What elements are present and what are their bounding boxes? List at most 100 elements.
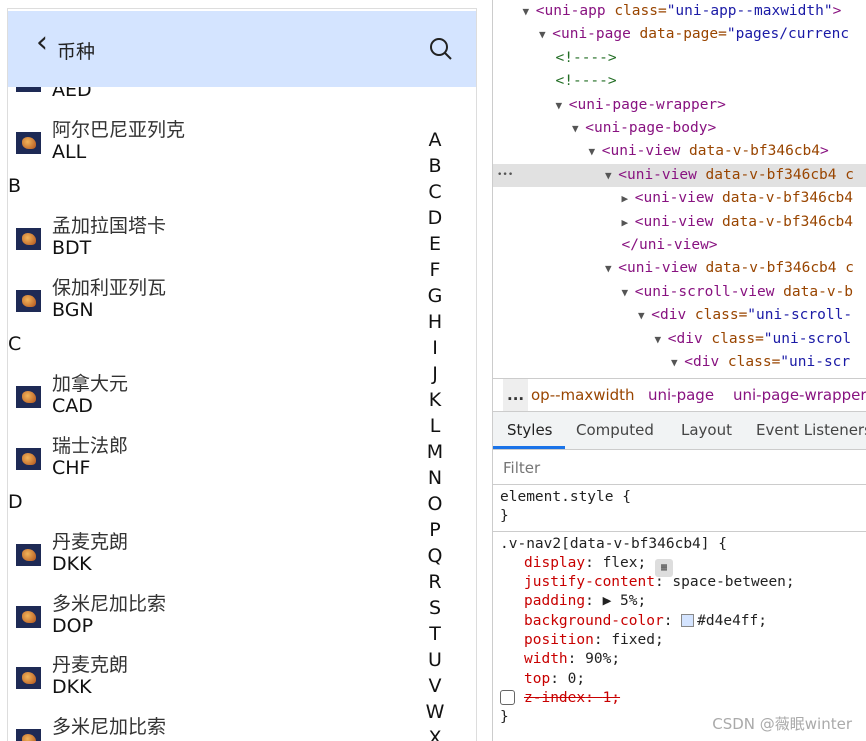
css-property-row[interactable]: width: 90%;: [493, 650, 866, 669]
index-letter-l[interactable]: L: [425, 413, 445, 439]
tab-styles[interactable]: Styles: [507, 421, 553, 439]
index-letter-s[interactable]: S: [425, 595, 445, 621]
more-icon[interactable]: •••: [497, 164, 513, 187]
tab-layout[interactable]: Layout: [681, 421, 732, 439]
index-letter-a[interactable]: A: [425, 127, 445, 153]
index-letter-j[interactable]: J: [425, 361, 445, 387]
dom-node[interactable]: <!---->: [493, 70, 866, 93]
expand-triangle-icon[interactable]: ▼: [605, 262, 618, 275]
comment: <!---->: [555, 73, 617, 90]
index-letter-h[interactable]: H: [425, 309, 445, 335]
expand-triangle-icon[interactable]: ▼: [655, 333, 668, 346]
css-property-row[interactable]: top: 0;: [493, 670, 866, 689]
expand-triangle-icon[interactable]: ▼: [622, 286, 635, 299]
breadcrumb-item[interactable]: uni-page: [648, 379, 714, 411]
tag-end: >: [832, 3, 842, 19]
currency-list-item[interactable]: 多米尼加比索DOP: [16, 712, 436, 741]
currency-list-item[interactable]: 阿尔巴尼亚列克 ALL: [16, 115, 436, 171]
currency-flag-icon: [16, 544, 41, 566]
dom-node[interactable]: ▼ <uni-page-wrapper>: [493, 94, 866, 117]
currency-list-item[interactable]: 加拿大元 CAD: [16, 369, 436, 425]
index-letter-d[interactable]: D: [425, 205, 445, 231]
dom-node[interactable]: ▼ <div class="uni-scrol: [493, 328, 866, 351]
dom-node[interactable]: ▶ <uni-view data-v-bf346cb4: [493, 211, 866, 234]
dom-node[interactable]: ▼ <uni-view data-v-bf346cb4>: [493, 140, 866, 163]
index-letter-b[interactable]: B: [425, 153, 445, 179]
dom-node[interactable]: ▼ <uni-page data-page="pages/currenc: [493, 23, 866, 46]
property-name: background-color: [524, 612, 664, 629]
index-letter-n[interactable]: N: [425, 465, 445, 491]
dom-node[interactable]: <!---->: [493, 47, 866, 70]
dom-node[interactable]: ▼ <div class="uni-scroll-: [493, 304, 866, 327]
index-letter-u[interactable]: U: [425, 647, 445, 673]
expand-triangle-icon[interactable]: ▼: [638, 309, 651, 322]
expand-triangle-icon[interactable]: ▼: [556, 99, 569, 112]
index-letter-e[interactable]: E: [425, 231, 445, 257]
currency-list-item[interactable]: 保加利亚列瓦 BGN: [16, 273, 436, 329]
index-letter-p[interactable]: P: [425, 517, 445, 543]
expand-triangle-icon[interactable]: ▼: [523, 5, 536, 18]
index-letter-t[interactable]: T: [425, 621, 445, 647]
expand-triangle-icon[interactable]: ▼: [671, 356, 684, 369]
tag-name: uni-view: [626, 166, 697, 183]
index-letter-m[interactable]: M: [425, 439, 445, 465]
dom-node[interactable]: ▼ <uni-view data-v-bf346cb4 c: [493, 257, 866, 280]
section-letter: B: [8, 175, 22, 197]
currency-list-item[interactable]: 孟加拉国塔卡 BDT: [16, 211, 436, 267]
index-letter-q[interactable]: Q: [425, 543, 445, 569]
expand-triangle-icon[interactable]: ▼: [589, 145, 602, 158]
color-swatch[interactable]: [681, 613, 695, 627]
back-button[interactable]: ‹: [36, 25, 48, 60]
css-property-row[interactable]: background-color: #d4e4ff;: [493, 612, 866, 631]
collapse-triangle-icon[interactable]: ▶: [622, 192, 635, 205]
index-letter-k[interactable]: K: [425, 387, 445, 413]
index-letter-x[interactable]: X: [425, 725, 445, 741]
search-icon[interactable]: [429, 37, 452, 60]
currency-list-item[interactable]: 瑞士法郎 CHF: [16, 431, 436, 487]
index-letter-f[interactable]: F: [425, 257, 445, 283]
dom-node[interactable]: ▼ <uni-app class="uni-app--maxwidth">: [493, 0, 866, 23]
index-letter-r[interactable]: R: [425, 569, 445, 595]
dom-node[interactable]: ▼ <uni-page-body>: [493, 117, 866, 140]
index-letter-g[interactable]: G: [425, 283, 445, 309]
index-letter-c[interactable]: C: [425, 179, 445, 205]
dom-node[interactable]: ▶ <uni-view data-v-bf346cb4: [493, 187, 866, 210]
currency-code: BGN: [52, 298, 94, 321]
nav-title: 币种: [57, 41, 96, 63]
tab-event-listeners[interactable]: Event Listeners: [756, 421, 866, 439]
collapse-triangle-icon[interactable]: ▶: [622, 216, 635, 229]
breadcrumb-item[interactable]: ...: [503, 379, 529, 411]
tag-open: <: [585, 120, 594, 136]
css-property-row[interactable]: position: fixed;: [493, 631, 866, 650]
index-letter-o[interactable]: O: [425, 491, 445, 517]
element-style-selector: element.style {: [500, 489, 631, 505]
dom-node[interactable]: </uni-view>: [493, 234, 866, 257]
closing-tag: </uni-view>: [621, 237, 718, 253]
css-property-row[interactable]: display: flex; ▦: [493, 554, 866, 577]
css-property-row[interactable]: padding: ▶ 5%;: [493, 592, 866, 611]
tag-name: uni-page-wrapper: [577, 96, 718, 113]
expand-triangle-icon[interactable]: ▼: [539, 28, 552, 41]
tab-computed[interactable]: Computed: [576, 421, 654, 439]
expand-triangle-icon[interactable]: ▼: [572, 122, 585, 135]
dom-node[interactable]: ▼ <div class="uni-scr: [493, 351, 866, 374]
breadcrumb-item[interactable]: op--maxwidth: [531, 379, 635, 411]
expand-triangle-icon[interactable]: ▼: [605, 169, 618, 182]
css-property-row[interactable]: z-index: 1;: [493, 689, 866, 708]
property-checkbox[interactable]: [500, 689, 515, 705]
css-property-row[interactable]: justify-content: space-between;: [493, 573, 866, 592]
currency-list-item[interactable]: 丹麦克朗 DKK: [16, 527, 436, 583]
styles-filter-input[interactable]: [497, 455, 866, 481]
attr-name: data-v-bf346cb4: [713, 190, 854, 207]
dom-node[interactable]: ▼ <uni-scroll-view data-v-b: [493, 281, 866, 304]
index-letter-i[interactable]: I: [425, 335, 445, 361]
property-name: top: [524, 670, 551, 687]
tag-name: uni-page-body: [593, 120, 708, 136]
currency-list-item[interactable]: 多米尼加比索DOP: [16, 589, 436, 645]
index-letter-v[interactable]: V: [425, 673, 445, 699]
active-tab-indicator: [493, 446, 565, 449]
currency-list-item[interactable]: 丹麦克朗 DKK: [16, 650, 436, 706]
index-letter-w[interactable]: W: [425, 699, 445, 725]
breadcrumb-item[interactable]: uni-page-wrapper: [733, 379, 866, 411]
dom-node[interactable]: ••• ▼ <uni-view data-v-bf346cb4 c: [493, 163, 866, 187]
